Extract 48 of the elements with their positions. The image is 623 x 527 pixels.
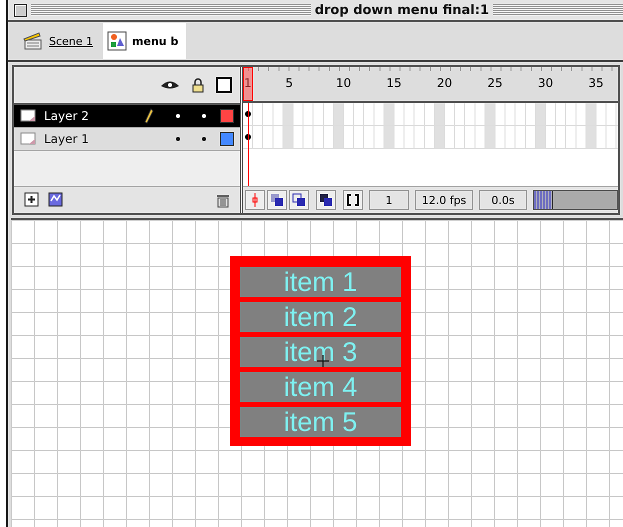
frame-number: 1 <box>244 76 252 90</box>
brackets-icon <box>346 193 360 207</box>
frame-number: 25 <box>487 76 503 90</box>
breadcrumb-tab[interactable]: menu b <box>103 23 186 59</box>
elapsed-time: 0.0s <box>479 190 527 210</box>
horizontal-scrollbar[interactable] <box>533 190 618 210</box>
eye-icon[interactable] <box>160 79 180 91</box>
layer-color-swatch[interactable] <box>220 109 234 123</box>
unlocked-dot[interactable] <box>202 137 206 141</box>
close-box[interactable] <box>14 4 27 16</box>
layer-icon <box>20 132 38 146</box>
layer-icon <box>20 109 38 123</box>
edit-multiple-button[interactable] <box>316 190 336 210</box>
frame-number: 15 <box>386 76 402 90</box>
outline-icon[interactable] <box>216 77 232 93</box>
onion-skin-icon <box>270 193 284 207</box>
add-guide-layer-icon[interactable] <box>48 192 64 208</box>
layer-color-swatch[interactable] <box>220 132 234 146</box>
current-frame: 1 <box>369 190 409 210</box>
shapes-icon <box>107 31 128 51</box>
layer-name: Layer 2 <box>44 109 90 123</box>
layer-row[interactable]: Layer 1 <box>14 128 240 151</box>
clapperboard-icon <box>22 31 44 51</box>
frame-number: 35 <box>588 76 604 90</box>
visible-dot[interactable] <box>176 137 180 141</box>
unlocked-dot[interactable] <box>202 114 206 118</box>
window-title: drop down menu final:1 <box>314 2 489 18</box>
frame-number: 30 <box>538 76 554 90</box>
playhead-icon <box>251 193 259 207</box>
breadcrumb-tab[interactable]: Scene 1 <box>18 23 102 59</box>
onion-skin-button[interactable] <box>267 190 287 210</box>
onion-outline-icon <box>292 193 306 207</box>
frame-number: 20 <box>436 76 452 90</box>
frame-number: 5 <box>285 76 294 90</box>
frame-number: 10 <box>336 76 352 90</box>
layer-row[interactable]: Layer 2 <box>14 105 240 128</box>
stacked-squares-icon <box>319 193 333 207</box>
lock-icon[interactable] <box>192 78 204 92</box>
add-layer-icon[interactable] <box>24 192 40 208</box>
trash-icon[interactable] <box>216 192 230 208</box>
frame-ruler[interactable]: 1 5 10 15 20 25 30 35 <box>243 67 618 103</box>
onion-outline-button[interactable] <box>289 190 309 210</box>
frame-rate: 12.0 fps <box>415 190 473 210</box>
scroll-thumb[interactable] <box>534 191 553 209</box>
onion-markers-button[interactable] <box>343 190 363 210</box>
visible-dot[interactable] <box>176 114 180 118</box>
playhead[interactable] <box>243 67 253 101</box>
layer-name: Layer 1 <box>44 132 90 146</box>
